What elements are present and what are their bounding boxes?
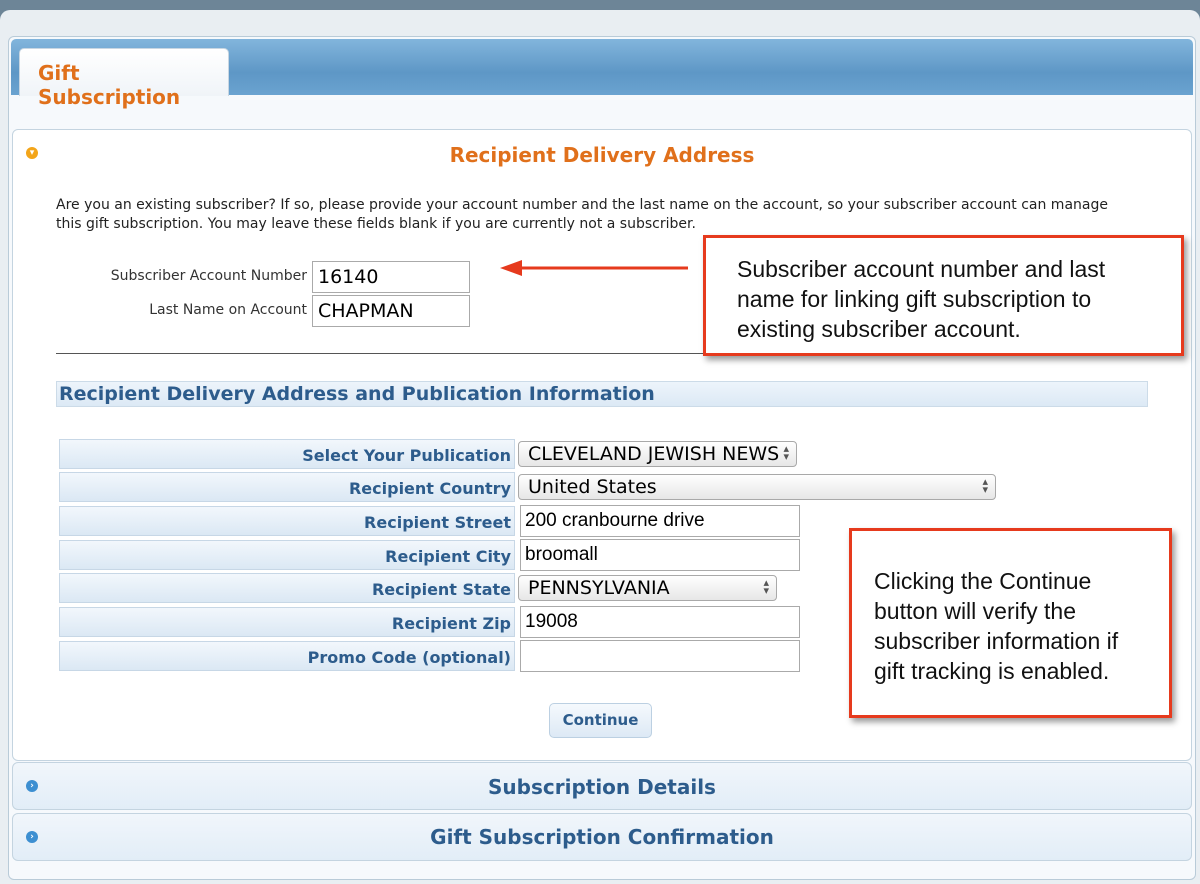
tab-gift-subscription[interactable]: Gift Subscription bbox=[19, 48, 229, 109]
promo-row: Promo Code (optional) bbox=[59, 641, 515, 671]
continue-button[interactable]: Continue bbox=[549, 703, 652, 738]
account-number-input[interactable] bbox=[312, 261, 470, 293]
intro-text: Are you an existing subscriber? If so, p… bbox=[56, 197, 1108, 232]
street-input[interactable] bbox=[520, 505, 800, 537]
state-row: Recipient State bbox=[59, 573, 515, 603]
continue-callout: Clicking the Continue button will verify… bbox=[849, 528, 1172, 718]
country-select[interactable]: United States ▴ ▾ bbox=[518, 474, 996, 500]
country-value: United States bbox=[528, 476, 657, 498]
state-label: Recipient State bbox=[371, 580, 511, 599]
address-publication-subheading: Recipient Delivery Address and Publicati… bbox=[56, 381, 1148, 407]
country-row: Recipient Country bbox=[59, 472, 515, 502]
publication-value: CLEVELAND JEWISH NEWS bbox=[528, 443, 780, 465]
state-value: PENNSYLVANIA bbox=[528, 577, 670, 599]
promo-code-input[interactable] bbox=[520, 640, 800, 672]
country-label: Recipient Country bbox=[348, 479, 511, 498]
state-select[interactable]: PENNSYLVANIA ▴ ▾ bbox=[518, 575, 777, 601]
select-arrows-icon: ▴ ▾ bbox=[783, 442, 789, 463]
last-name-label: Last Name on Account bbox=[149, 302, 307, 318]
continue-callout-text: Clicking the Continue button will verify… bbox=[874, 568, 1119, 684]
section-title[interactable]: Recipient Delivery Address bbox=[13, 143, 1191, 167]
section-title: Gift Subscription Confirmation bbox=[430, 825, 774, 849]
subscription-details-section[interactable]: › Subscription Details bbox=[12, 762, 1192, 810]
window-frame: Gift Subscription ▾ Recipient Delivery A… bbox=[0, 10, 1200, 884]
gift-subscription-panel: Gift Subscription ▾ Recipient Delivery A… bbox=[8, 36, 1196, 880]
tab-label: Gift Subscription bbox=[38, 61, 181, 109]
last-name-input[interactable] bbox=[312, 295, 470, 327]
gift-subscription-confirmation-section[interactable]: › Gift Subscription Confirmation bbox=[12, 813, 1192, 861]
zip-label: Recipient Zip bbox=[391, 614, 511, 633]
zip-input[interactable] bbox=[520, 606, 800, 638]
city-input[interactable] bbox=[520, 539, 800, 571]
street-row: Recipient Street bbox=[59, 506, 515, 536]
account-callout: Subscriber account number and last name … bbox=[703, 235, 1184, 356]
zip-row: Recipient Zip bbox=[59, 607, 515, 637]
account-callout-text: Subscriber account number and last name … bbox=[737, 256, 1106, 342]
city-label: Recipient City bbox=[385, 547, 511, 566]
subheading-text: Recipient Delivery Address and Publicati… bbox=[59, 383, 655, 405]
promo-label: Promo Code (optional) bbox=[307, 648, 511, 667]
select-arrows-icon: ▴ ▾ bbox=[763, 576, 769, 597]
street-label: Recipient Street bbox=[364, 513, 511, 532]
publication-label: Select Your Publication bbox=[302, 446, 511, 465]
select-arrows-icon: ▴ ▾ bbox=[982, 475, 988, 496]
publication-select[interactable]: CLEVELAND JEWISH NEWS ▴ ▾ bbox=[518, 441, 797, 467]
account-number-label: Subscriber Account Number bbox=[110, 268, 307, 284]
city-row: Recipient City bbox=[59, 540, 515, 570]
publication-row: Select Your Publication bbox=[59, 439, 515, 469]
divider bbox=[56, 353, 716, 354]
tab-bar: Gift Subscription bbox=[11, 39, 1193, 109]
section-title: Subscription Details bbox=[488, 775, 716, 799]
